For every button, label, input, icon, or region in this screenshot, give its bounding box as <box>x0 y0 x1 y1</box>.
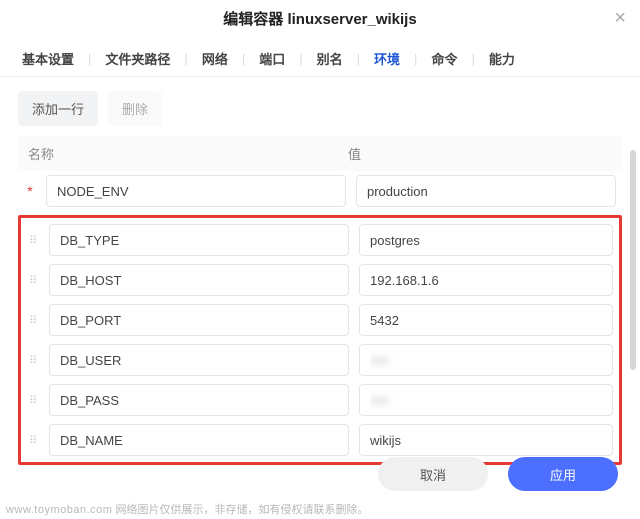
env-row: ⠿ <box>21 260 619 300</box>
tab-bar: 基本设置|文件夹路径|网络|端口|别名|环境|命令|能力 <box>0 39 640 77</box>
close-icon[interactable]: × <box>614 8 626 28</box>
highlight-box: ⠿ ⠿ ⠿ ⠿ ⠿ ⠿ <box>18 215 622 465</box>
env-name-input[interactable] <box>49 384 349 416</box>
env-row: ⠿ <box>21 340 619 380</box>
scrollbar-thumb[interactable] <box>630 150 636 370</box>
watermark-host: www.toymoban.com <box>6 504 112 516</box>
env-value-input[interactable] <box>356 175 616 207</box>
tab-separator: | <box>461 51 484 66</box>
env-value-input[interactable] <box>359 304 613 336</box>
env-name-input[interactable] <box>49 424 349 456</box>
table-header: 名称 值 <box>18 136 622 171</box>
tab-4[interactable]: 别名 <box>313 49 347 68</box>
tab-separator: | <box>78 51 101 66</box>
env-row: ⠿ <box>21 420 619 460</box>
drag-handle-icon[interactable]: ⠿ <box>27 274 39 287</box>
tab-6[interactable]: 命令 <box>427 49 461 68</box>
tab-5[interactable]: 环境 <box>370 49 404 68</box>
drag-handle-icon[interactable]: ⠿ <box>27 354 39 367</box>
tab-2[interactable]: 网络 <box>198 49 232 68</box>
tab-3[interactable]: 端口 <box>255 49 289 68</box>
tab-separator: | <box>232 51 255 66</box>
tab-separator: | <box>347 51 370 66</box>
dialog-footer: 取消 应用 <box>0 457 640 495</box>
tab-1[interactable]: 文件夹路径 <box>101 49 174 68</box>
watermark: www.toymoban.com 网络图片仅供展示，非存储，如有侵权请联系删除。 <box>6 501 369 517</box>
env-row: ⠿ <box>21 380 619 420</box>
required-mark: * <box>24 183 36 199</box>
env-value-input[interactable] <box>359 344 613 376</box>
watermark-text: 网络图片仅供展示，非存储，如有侵权请联系删除。 <box>116 504 369 516</box>
env-value-input[interactable] <box>359 384 613 416</box>
drag-handle-icon[interactable]: ⠿ <box>27 314 39 327</box>
dialog-title: 编辑容器 linuxserver_wikijs <box>223 11 416 28</box>
tab-7[interactable]: 能力 <box>485 49 519 68</box>
tab-separator: | <box>404 51 427 66</box>
env-value-input[interactable] <box>359 224 613 256</box>
env-value-input[interactable] <box>359 424 613 456</box>
env-row: ⠿ <box>21 220 619 260</box>
env-name-input[interactable] <box>49 224 349 256</box>
env-name-input[interactable] <box>49 304 349 336</box>
env-row: * <box>18 171 622 211</box>
toolbar: 添加一行 删除 <box>0 77 640 136</box>
tab-separator: | <box>289 51 312 66</box>
tab-separator: | <box>174 51 197 66</box>
dialog-header: 编辑容器 linuxserver_wikijs × <box>0 0 640 39</box>
tab-0[interactable]: 基本设置 <box>18 49 78 68</box>
env-value-input[interactable] <box>359 264 613 296</box>
env-table: 名称 值 * ⠿ ⠿ ⠿ ⠿ ⠿ ⠿ <box>0 136 640 465</box>
drag-handle-icon[interactable]: ⠿ <box>27 434 39 447</box>
drag-handle-icon[interactable]: ⠿ <box>27 234 39 247</box>
col-name: 名称 <box>28 144 348 163</box>
env-row: ⠿ <box>21 300 619 340</box>
drag-handle-icon[interactable]: ⠿ <box>27 394 39 407</box>
col-value: 值 <box>348 144 612 163</box>
env-name-input[interactable] <box>49 264 349 296</box>
env-name-input[interactable] <box>49 344 349 376</box>
scrollbar[interactable] <box>630 150 636 470</box>
apply-button[interactable]: 应用 <box>508 457 618 491</box>
add-row-button[interactable]: 添加一行 <box>18 91 98 126</box>
cancel-button[interactable]: 取消 <box>378 457 488 491</box>
env-name-input[interactable] <box>46 175 346 207</box>
delete-button[interactable]: 删除 <box>108 91 162 126</box>
